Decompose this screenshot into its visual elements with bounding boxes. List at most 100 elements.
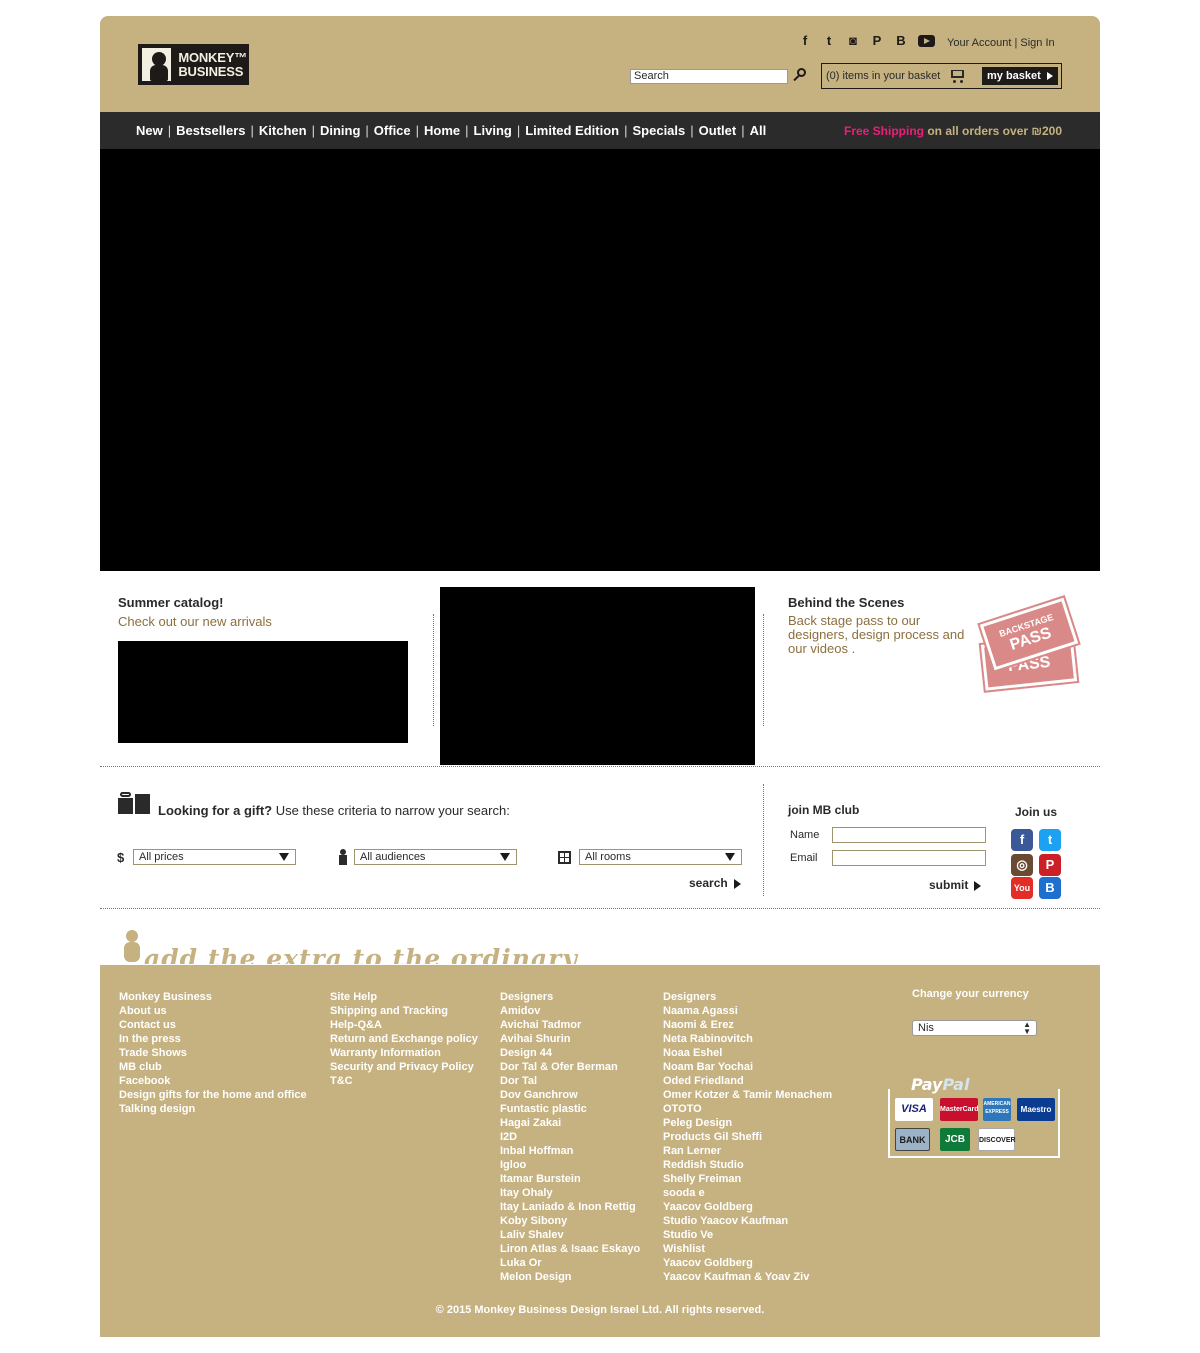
twitter-icon[interactable]: t	[1039, 829, 1061, 851]
nav-item-new[interactable]: New	[136, 123, 163, 138]
footer-link[interactable]: Luka Or	[500, 1256, 640, 1270]
footer-link[interactable]: Wishlist	[663, 1242, 832, 1256]
nav-item-living[interactable]: Living	[474, 123, 512, 138]
footer-link[interactable]: Omer Kotzer & Tamir Menachem	[663, 1088, 832, 1102]
footer-link[interactable]: Trade Shows	[119, 1046, 307, 1060]
search-icon[interactable]	[792, 68, 808, 84]
footer-link[interactable]: Talking design	[119, 1102, 307, 1116]
club-submit-button[interactable]: submit	[929, 878, 982, 892]
twitter-icon[interactable]: t	[822, 34, 836, 48]
nav-item-office[interactable]: Office	[374, 123, 411, 138]
room-select[interactable]: All rooms	[579, 849, 742, 865]
footer-link[interactable]: Igloo	[500, 1158, 640, 1172]
b-icon[interactable]: B	[1039, 877, 1061, 899]
footer-link[interactable]: Dor Tal & Ofer Berman	[500, 1060, 640, 1074]
divider	[100, 908, 1100, 909]
nav-item-outlet[interactable]: Outlet	[699, 123, 737, 138]
footer-link[interactable]: Oded Friedland	[663, 1074, 832, 1088]
footer-link[interactable]: Studio Yaacov Kaufman	[663, 1214, 832, 1228]
footer-link[interactable]: Return and Exchange policy	[330, 1032, 478, 1046]
footer-link[interactable]: Studio Ve	[663, 1228, 832, 1242]
footer-link[interactable]: Inbal Hoffman	[500, 1144, 640, 1158]
currency-select[interactable]: Nis ▲ ▼	[912, 1020, 1037, 1036]
email-field[interactable]	[832, 850, 986, 866]
sign-in-link[interactable]: Sign In	[1020, 37, 1054, 49]
gift-search-button[interactable]: search	[689, 876, 741, 890]
instagram-icon[interactable]: ◎	[1011, 854, 1033, 876]
footer-link[interactable]: Ran Lerner	[663, 1144, 832, 1158]
footer-link[interactable]: Yaacov Goldberg	[663, 1200, 832, 1214]
footer-link[interactable]: Itay Ohaly	[500, 1186, 640, 1200]
footer-link[interactable]: Avichai Tadmor	[500, 1018, 640, 1032]
footer-link[interactable]: Avihai Shurin	[500, 1032, 640, 1046]
footer-link[interactable]: Noam Bar Yochai	[663, 1060, 832, 1074]
footer-link[interactable]: Naomi & Erez	[663, 1018, 832, 1032]
nav-item-bestsellers[interactable]: Bestsellers	[176, 123, 245, 138]
instagram-icon[interactable]: ◙	[846, 34, 860, 48]
footer-link[interactable]: Itay Laniado & Inon Rettig	[500, 1200, 640, 1214]
behind-the-scenes-promo[interactable]: Behind the Scenes Back stage pass to our…	[788, 595, 978, 656]
footer-link[interactable]: Yaacov Goldberg	[663, 1256, 832, 1270]
nav-item-home[interactable]: Home	[424, 123, 460, 138]
footer-link[interactable]: Reddish Studio	[663, 1158, 832, 1172]
pinterest-icon[interactable]: P	[1039, 854, 1061, 876]
footer-link[interactable]: Noaa Eshel	[663, 1046, 832, 1060]
footer-link[interactable]: Dov Ganchrow	[500, 1088, 640, 1102]
footer-link[interactable]: Yaacov Kaufman & Yoav Ziv	[663, 1270, 832, 1284]
hero-banner[interactable]	[100, 149, 1100, 571]
pinterest-icon[interactable]: P	[870, 34, 884, 48]
footer-link[interactable]: Design gifts for the home and office	[119, 1088, 307, 1102]
footer-link[interactable]: Naama Agassi	[663, 1004, 832, 1018]
middle-promo-image[interactable]	[440, 587, 755, 765]
my-basket-button[interactable]: my basket	[982, 67, 1058, 85]
search-input[interactable]: Search	[630, 69, 788, 84]
nav-item-all[interactable]: All	[750, 123, 767, 138]
nav-item-specials[interactable]: Specials	[633, 123, 686, 138]
logo[interactable]: MONKEY™ BUSINESS	[138, 44, 249, 85]
footer-link[interactable]: Amidov	[500, 1004, 640, 1018]
nav-item-limited-edition[interactable]: Limited Edition	[525, 123, 619, 138]
footer-link[interactable]: Peleg Design	[663, 1116, 832, 1130]
summer-catalog-image[interactable]	[118, 641, 408, 743]
facebook-icon[interactable]: f	[1011, 829, 1033, 851]
footer-link[interactable]: Liron Atlas & Isaac Eskayo	[500, 1242, 640, 1256]
footer-link[interactable]: Facebook	[119, 1074, 307, 1088]
footer-link[interactable]: T&C	[330, 1074, 478, 1088]
youtube-icon[interactable]	[918, 35, 935, 47]
backstage-pass-ticket-icon[interactable]: PASS BACKSTAGE PASS	[975, 594, 1085, 698]
youtube-icon[interactable]: You	[1011, 877, 1033, 899]
footer-link[interactable]: Neta Rabinovitch	[663, 1032, 832, 1046]
footer-link[interactable]: Warranty Information	[330, 1046, 478, 1060]
footer-link[interactable]: MB club	[119, 1060, 307, 1074]
footer-link[interactable]: Design 44	[500, 1046, 640, 1060]
footer-link[interactable]: Contact us	[119, 1018, 307, 1032]
footer-link[interactable]: Melon Design	[500, 1270, 640, 1284]
footer-link[interactable]: Laliv Shalev	[500, 1228, 640, 1242]
summer-catalog-promo[interactable]: Summer catalog! Check out our new arriva…	[118, 595, 418, 629]
nav-item-kitchen[interactable]: Kitchen	[259, 123, 307, 138]
footer-link[interactable]: In the press	[119, 1032, 307, 1046]
footer-link[interactable]: I2D	[500, 1130, 640, 1144]
footer-link[interactable]: About us	[119, 1004, 307, 1018]
footer-link[interactable]: Security and Privacy Policy	[330, 1060, 478, 1074]
footer-link[interactable]: Funtastic plastic	[500, 1102, 640, 1116]
price-select[interactable]: All prices	[133, 849, 296, 865]
footer-link[interactable]: Itamar Burstein	[500, 1172, 640, 1186]
tagline-text: add the extra to the ordinary	[144, 944, 578, 964]
footer-link[interactable]: Products Gil Sheffi	[663, 1130, 832, 1144]
audience-select[interactable]: All audiences	[354, 849, 517, 865]
footer-link[interactable]: Shelly Freiman	[663, 1172, 832, 1186]
nav-item-dining[interactable]: Dining	[320, 123, 360, 138]
footer-link[interactable]: Koby Sibony	[500, 1214, 640, 1228]
discover-card-icon: DISCOVER	[978, 1128, 1016, 1151]
facebook-icon[interactable]: f	[798, 34, 812, 48]
b-icon[interactable]: B	[894, 34, 908, 48]
footer-link[interactable]: OTOTO	[663, 1102, 832, 1116]
footer-link[interactable]: Dor Tal	[500, 1074, 640, 1088]
your-account-link[interactable]: Your Account	[947, 37, 1011, 49]
footer-link[interactable]: Help-Q&A	[330, 1018, 478, 1032]
footer-link[interactable]: Hagai Zakai	[500, 1116, 640, 1130]
name-field[interactable]	[832, 827, 986, 843]
footer-link[interactable]: sooda e	[663, 1186, 832, 1200]
footer-link[interactable]: Shipping and Tracking	[330, 1004, 478, 1018]
